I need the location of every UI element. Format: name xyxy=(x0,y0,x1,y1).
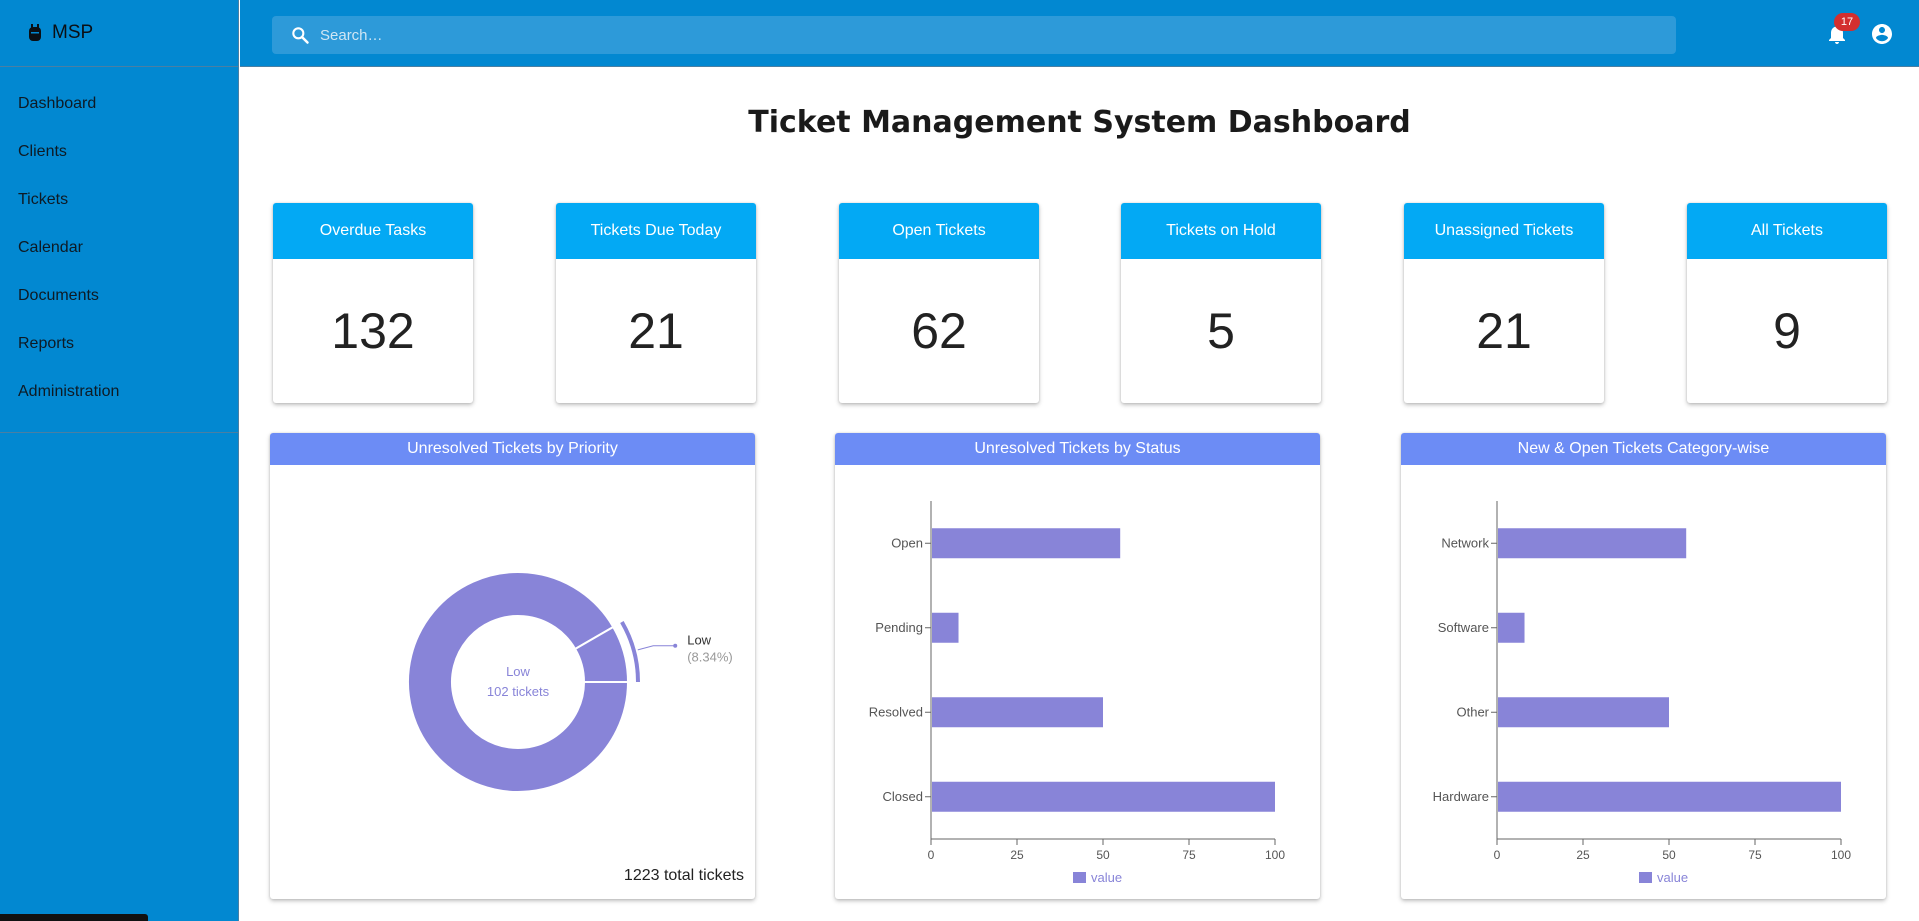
bar-hardware xyxy=(1498,781,1841,812)
pie-callout-line xyxy=(637,645,676,651)
pie-callout-label: Low xyxy=(687,633,711,648)
legend-label: value xyxy=(1091,870,1122,885)
stat-card-due-today[interactable]: Tickets Due Today 21 xyxy=(556,203,756,403)
x-tick-label: 50 xyxy=(1662,848,1676,862)
search-icon xyxy=(292,27,309,44)
stat-card-on-hold[interactable]: Tickets on Hold 5 xyxy=(1121,203,1321,403)
x-tick-label: 25 xyxy=(1010,848,1024,862)
category-bar-chart: Network Software Other Hardware 0 25 50 75 100 va… xyxy=(1433,501,1851,885)
stat-card-overdue-tasks[interactable]: Overdue Tasks 132 xyxy=(273,203,473,403)
legend-swatch xyxy=(1639,872,1652,883)
app-root: MSP Dashboard Clients Tickets Calendar D… xyxy=(0,0,1919,921)
sidebar-item-calendar[interactable]: Calendar xyxy=(0,224,238,272)
bar-other xyxy=(1498,697,1669,728)
chart-title: Unresolved Tickets by Status xyxy=(835,433,1320,465)
stat-card-value: 62 xyxy=(911,303,967,359)
stat-card-value: 21 xyxy=(628,303,684,359)
brand-name: MSP xyxy=(52,22,94,43)
stat-card-label: Tickets on Hold xyxy=(1121,203,1321,259)
sidebar-item-administration[interactable]: Administration xyxy=(0,368,238,416)
priority-chart-card: Unresolved Tickets by Priority Low (8.34%… xyxy=(270,433,755,899)
stat-card-value: 132 xyxy=(331,303,415,359)
status-bar-chart: Open Pending Resolved Closed 0 25 50 75 100 value xyxy=(869,501,1285,885)
pie-callout-percent: (8.34%) xyxy=(687,650,733,665)
stat-card-label: All Tickets xyxy=(1687,203,1887,259)
legend-label: value xyxy=(1657,870,1688,885)
stat-card-value: 21 xyxy=(1476,303,1532,359)
y-tick-label: Resolved xyxy=(869,704,923,719)
search-input[interactable] xyxy=(320,26,1620,44)
y-tick-label: Hardware xyxy=(1433,789,1489,804)
legend-swatch xyxy=(1073,872,1086,883)
chart-title: New & Open Tickets Category-wise xyxy=(1401,433,1886,465)
y-tick-label: Network xyxy=(1441,535,1489,550)
notification-count-badge: 17 xyxy=(1834,13,1860,31)
x-tick-label: 100 xyxy=(1831,848,1851,862)
bar-resolved xyxy=(932,697,1103,728)
account-icon[interactable] xyxy=(1870,22,1894,46)
priority-donut-chart: Low (8.34%) Low 102 tickets xyxy=(407,571,733,793)
bar-pending xyxy=(932,612,959,643)
y-tick-label: Other xyxy=(1456,704,1489,719)
bar-closed xyxy=(932,781,1275,812)
sidebar-item-reports[interactable]: Reports xyxy=(0,320,238,368)
y-tick-label: Software xyxy=(1438,620,1489,635)
stat-card-all-tickets[interactable]: All Tickets 9 xyxy=(1687,203,1887,403)
stat-card-label: Unassigned Tickets xyxy=(1404,203,1604,259)
x-tick-label: 0 xyxy=(1494,848,1501,862)
x-tick-label: 0 xyxy=(928,848,935,862)
search-bar[interactable] xyxy=(272,16,1676,54)
status-chart-card: Unresolved Tickets by Status Open Pending… xyxy=(835,433,1320,899)
x-tick-label: 75 xyxy=(1182,848,1196,862)
pie-center-value: 102 tickets xyxy=(487,684,550,699)
pie-callout-dot xyxy=(673,643,678,648)
y-tick-label: Open xyxy=(891,535,923,550)
x-tick-label: 50 xyxy=(1096,848,1110,862)
sidebar: MSP Dashboard Clients Tickets Calendar D… xyxy=(0,0,239,921)
bar-open xyxy=(932,528,1121,559)
x-tick-label: 75 xyxy=(1748,848,1762,862)
brand[interactable]: MSP xyxy=(0,0,238,67)
stat-card-unassigned[interactable]: Unassigned Tickets 21 xyxy=(1404,203,1604,403)
bar-software xyxy=(1498,612,1525,643)
sidebar-item-tickets[interactable]: Tickets xyxy=(0,176,238,224)
logo-icon xyxy=(28,24,46,42)
stat-card-open-tickets[interactable]: Open Tickets 62 xyxy=(839,203,1039,403)
page-title: Ticket Management System Dashboard xyxy=(748,105,1411,140)
category-chart-card: New & Open Tickets Category-wise Network… xyxy=(1401,433,1886,899)
status-tooltip xyxy=(0,914,148,921)
pie-center-label: Low xyxy=(506,664,530,679)
sidebar-item-dashboard[interactable]: Dashboard xyxy=(0,80,238,128)
x-tick-label: 100 xyxy=(1265,848,1285,862)
sidebar-item-clients[interactable]: Clients xyxy=(0,128,238,176)
stat-card-label: Overdue Tasks xyxy=(273,203,473,259)
sidebar-item-documents[interactable]: Documents xyxy=(0,272,238,320)
y-tick-label: Closed xyxy=(883,789,923,804)
chart-title: Unresolved Tickets by Priority xyxy=(270,433,755,465)
stat-card-label: Tickets Due Today xyxy=(556,203,756,259)
total-tickets-label: 1223 total tickets xyxy=(623,867,744,884)
stat-card-value: 9 xyxy=(1773,303,1801,359)
x-tick-label: 25 xyxy=(1576,848,1590,862)
bar-network xyxy=(1498,528,1687,559)
y-tick-label: Pending xyxy=(875,620,923,635)
stat-card-label: Open Tickets xyxy=(839,203,1039,259)
sidebar-nav: Dashboard Clients Tickets Calendar Docum… xyxy=(0,67,238,433)
topbar: 17 xyxy=(240,0,1919,67)
stat-card-value: 5 xyxy=(1207,303,1235,359)
